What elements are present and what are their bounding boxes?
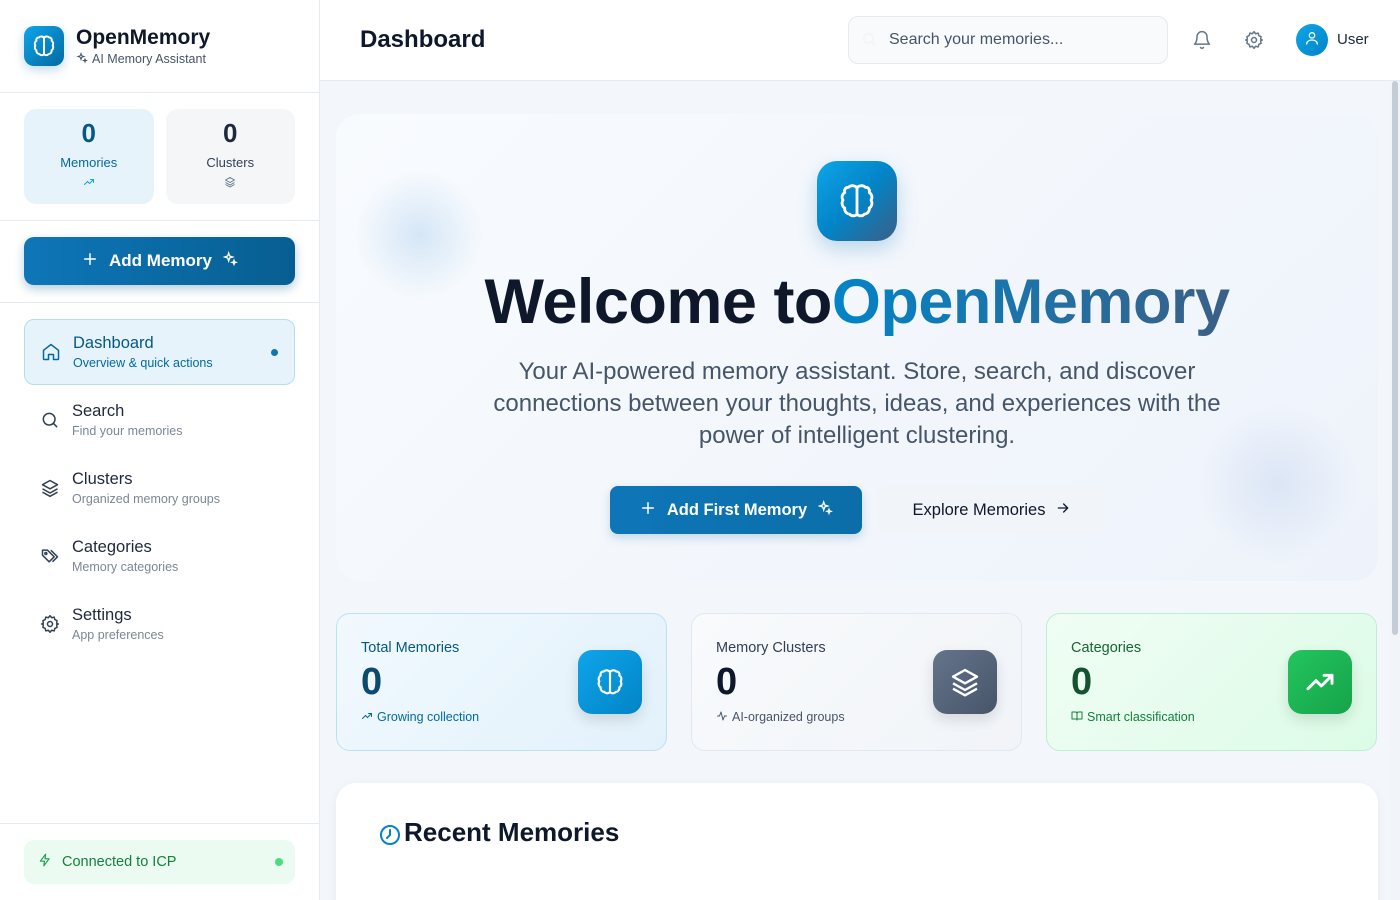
clusters-stat[interactable]: 0 Clusters xyxy=(165,109,295,204)
plus-icon xyxy=(639,499,657,522)
sidebar-item-desc: Organized memory groups xyxy=(72,492,220,506)
layers-icon xyxy=(933,650,997,714)
trending-up-icon xyxy=(83,175,95,193)
connection-status-section: Connected to ICP xyxy=(0,823,319,900)
sidebar-item-categories[interactable]: Categories Memory categories xyxy=(24,523,295,589)
app-subtitle: AI Memory Assistant xyxy=(76,51,210,67)
memories-label: Memories xyxy=(60,155,118,170)
add-memory-button[interactable]: Add Memory xyxy=(24,237,295,285)
memories-count: 0 xyxy=(81,118,96,148)
brand: OpenMemory AI Memory Assistant xyxy=(0,0,319,93)
status-dot xyxy=(275,858,283,866)
welcome-hero: Welcome toOpenMemory Your AI-powered mem… xyxy=(336,114,1378,581)
avatar[interactable] xyxy=(1296,24,1328,56)
plus-icon xyxy=(81,250,99,273)
sidebar-item-title: Categories xyxy=(72,538,152,556)
add-memory-label: Add Memory xyxy=(109,251,212,270)
sidebar-item-desc: Memory categories xyxy=(72,560,179,574)
memory-clusters-card[interactable]: Memory Clusters 0 AI-organized groups xyxy=(691,613,1022,751)
memories-stat[interactable]: 0 Memories xyxy=(24,109,154,204)
stats-panel: 0 Memories 0 Clusters xyxy=(0,93,319,221)
zap-icon xyxy=(38,853,52,871)
brain-icon xyxy=(817,161,897,241)
app-subtitle-text: AI Memory Assistant xyxy=(92,52,206,66)
card-note-text: Growing collection xyxy=(377,710,480,725)
tags-icon xyxy=(40,546,60,566)
app-title: OpenMemory xyxy=(76,25,211,49)
categories-card[interactable]: Categories 0 Smart classification xyxy=(1046,613,1377,751)
gear-icon xyxy=(40,614,60,634)
sidebar: OpenMemory AI Memory Assistant 0 Memorie… xyxy=(0,0,320,900)
sparkles-icon xyxy=(76,51,88,67)
brain-icon[interactable] xyxy=(24,26,64,66)
home-icon xyxy=(41,342,61,362)
trending-up-icon xyxy=(1288,650,1352,714)
layers-icon xyxy=(40,478,60,498)
search-placeholder: Search your memories... xyxy=(889,31,1064,48)
connection-status-text: Connected to ICP xyxy=(62,854,177,870)
sidebar-item-dashboard[interactable]: Dashboard Overview & quick actions xyxy=(24,319,295,385)
sidebar-item-title: Clusters xyxy=(72,470,133,488)
recent-memories-title: Recent Memories xyxy=(404,817,620,847)
sidebar-item-desc: Overview & quick actions xyxy=(73,356,213,370)
sparkles-icon xyxy=(222,250,238,272)
connection-status: Connected to ICP xyxy=(24,840,295,884)
sidebar-item-desc: Find your memories xyxy=(72,424,183,438)
sidebar-item-clusters[interactable]: Clusters Organized memory groups xyxy=(24,455,295,521)
gear-icon[interactable] xyxy=(1244,30,1264,50)
user-icon xyxy=(1304,30,1320,51)
page-title: Dashboard xyxy=(360,26,486,53)
total-memories-card[interactable]: Total Memories 0 Growing collection xyxy=(336,613,667,751)
book-open-icon xyxy=(1071,710,1083,725)
explore-memories-label: Explore Memories xyxy=(912,500,1046,519)
sidebar-nav: Dashboard Overview & quick actions Searc… xyxy=(0,303,319,675)
search-icon xyxy=(40,410,60,430)
clock-icon xyxy=(378,823,402,852)
arrow-right-icon xyxy=(1055,500,1071,521)
card-note-text: Smart classification xyxy=(1087,710,1195,725)
activity-icon xyxy=(716,710,728,725)
user-name[interactable]: User xyxy=(1337,31,1369,48)
recent-memories-section: Recent Memories xyxy=(336,783,1378,900)
layers-icon xyxy=(224,175,236,193)
main-content: Welcome toOpenMemory Your AI-powered mem… xyxy=(320,81,1400,900)
hero-title: Welcome toOpenMemory xyxy=(336,266,1378,338)
sidebar-item-title: Dashboard xyxy=(73,334,154,352)
hero-description: Your AI-powered memory assistant. Store,… xyxy=(493,358,1221,449)
active-indicator xyxy=(271,349,278,356)
search-input[interactable]: Search your memories... xyxy=(848,16,1168,64)
trending-up-icon xyxy=(361,710,373,725)
card-note-text: AI-organized groups xyxy=(732,710,845,725)
add-first-memory-label: Add First Memory xyxy=(666,500,808,519)
brain-icon xyxy=(578,650,642,714)
search-icon xyxy=(861,31,877,52)
sidebar-item-desc: App preferences xyxy=(72,628,164,642)
sidebar-item-search[interactable]: Search Find your memories xyxy=(24,387,295,453)
sparkles-icon xyxy=(817,499,834,521)
clusters-label: Clusters xyxy=(206,155,255,170)
scrollbar[interactable] xyxy=(1390,81,1400,900)
clusters-count: 0 xyxy=(223,118,238,148)
top-header: Dashboard Search your memories... User xyxy=(320,0,1400,81)
bell-icon[interactable] xyxy=(1192,30,1212,50)
sidebar-item-settings[interactable]: Settings App preferences xyxy=(24,591,295,657)
add-memory-section: Add Memory xyxy=(0,221,319,303)
hero-title-prefix: Welcome to xyxy=(484,267,833,337)
scrollbar-thumb[interactable] xyxy=(1392,81,1398,635)
hero-title-accent: OpenMemory xyxy=(831,267,1230,337)
explore-memories-button[interactable]: Explore Memories xyxy=(878,486,1106,534)
sidebar-item-title: Search xyxy=(72,402,125,420)
add-first-memory-button[interactable]: Add First Memory xyxy=(610,486,862,534)
sidebar-item-title: Settings xyxy=(72,606,132,624)
